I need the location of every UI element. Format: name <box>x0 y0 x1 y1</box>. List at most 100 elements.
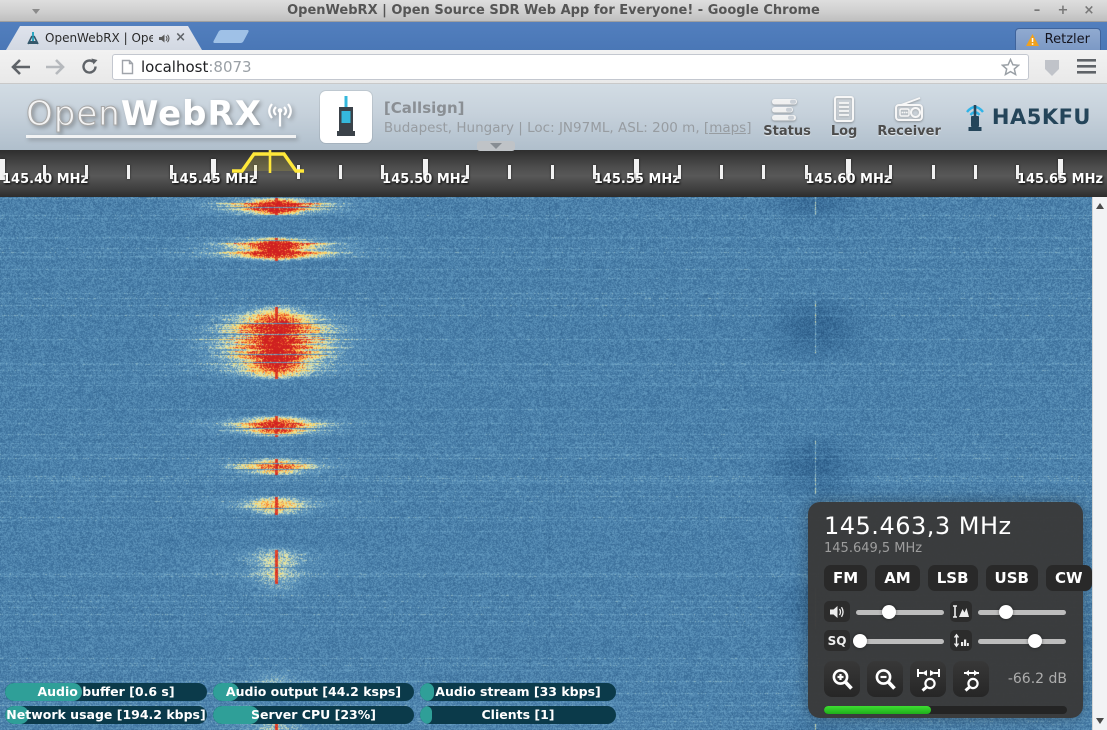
mode-button-fm[interactable]: FM <box>824 565 867 591</box>
smeter <box>824 706 1067 714</box>
handheld-radio-icon <box>328 95 364 139</box>
window-close-button[interactable]: × <box>1081 3 1097 19</box>
window-titlebar: OpenWebRX | Open Source SDR Web App for … <box>0 0 1107 22</box>
tab-close-icon[interactable]: × <box>175 32 186 44</box>
status-pill: Audio stream [33 kbps] <box>420 683 616 701</box>
scroll-down-icon[interactable] <box>1096 718 1104 724</box>
scroll-up-icon[interactable] <box>1096 203 1104 209</box>
tab-title: OpenWebRX | Open <box>45 31 153 45</box>
nav-status[interactable]: Status <box>763 98 811 139</box>
profile-button[interactable]: Retzler <box>1015 28 1101 50</box>
zoom-band-icon <box>916 667 941 692</box>
scale-label: 145.60 MHz <box>805 172 891 187</box>
receiver-description: [Callsign] Budapest, Hungary | Loc: JN97… <box>384 99 752 136</box>
status-pill: Audio output [44.2 ksps] <box>213 683 414 701</box>
speaker-icon <box>829 605 845 619</box>
reload-button[interactable] <box>78 56 100 78</box>
status-pill-label: Server CPU [23%] <box>213 706 414 724</box>
squelch-slider-thumb[interactable] <box>853 634 867 648</box>
profile-name: Retzler <box>1045 32 1090 47</box>
scale-tick <box>339 165 342 179</box>
scale-label: 145.65 MHz <box>1017 172 1103 187</box>
mode-buttons: FMAMLSBUSBCW <box>824 565 1067 591</box>
mute-button[interactable] <box>824 601 850 622</box>
zoom-band-button[interactable] <box>910 661 946 697</box>
status-pill: Clients [1] <box>420 706 616 724</box>
volume-slider[interactable] <box>854 602 946 622</box>
waterfall-auto-button[interactable] <box>950 630 972 651</box>
scale-tick <box>932 165 935 179</box>
zoom-in-button[interactable] <box>824 661 860 697</box>
waterfall-auto-slider[interactable] <box>976 631 1068 651</box>
receiver-icon <box>893 96 925 122</box>
mode-button-lsb[interactable]: LSB <box>928 565 978 591</box>
mode-button-usb[interactable]: USB <box>986 565 1038 591</box>
auto-slider-thumb[interactable] <box>1028 634 1042 648</box>
squelch-label: SQ <box>828 634 847 648</box>
squelch-button[interactable]: SQ <box>824 630 850 651</box>
slider-track <box>978 639 1066 644</box>
scale-tick <box>889 165 892 179</box>
maps-link[interactable]: [maps] <box>704 120 752 136</box>
status-pill-label: Network usage [194.2 kbps] <box>5 706 207 724</box>
window-title: OpenWebRX | Open Source SDR Web App for … <box>0 3 1107 18</box>
squelch-slider[interactable] <box>854 631 946 651</box>
scale-tick <box>508 165 511 179</box>
slider-track <box>856 610 944 615</box>
status-pill-label: Audio buffer [0.6 s] <box>5 683 207 701</box>
auto-level-icon <box>953 633 969 648</box>
bookmark-star-icon[interactable] <box>1001 58 1020 76</box>
scale-tick <box>466 165 469 179</box>
openwebrx-logo: OpenWebRX <box>26 97 296 138</box>
receiver-callsign: [Callsign] <box>384 99 752 117</box>
forward-button[interactable] <box>44 56 66 78</box>
page-scrollbar[interactable] <box>1092 197 1107 730</box>
scale-tick <box>720 165 723 179</box>
log-icon <box>832 96 856 122</box>
shield-icon[interactable] <box>1041 56 1063 78</box>
logo-open-text: Open <box>26 94 121 134</box>
nav-receiver[interactable]: Receiver <box>877 96 941 139</box>
openwebrx-favicon <box>26 31 40 45</box>
tab-strip: OpenWebRX | Open × Retzler <box>0 22 1107 50</box>
browser-tab[interactable]: OpenWebRX | Open × <box>6 26 202 50</box>
mode-button-cw[interactable]: CW <box>1046 565 1092 591</box>
tab-audio-icon[interactable] <box>158 33 170 44</box>
waterfall-colormap-slider[interactable] <box>976 602 1068 622</box>
address-bar[interactable]: localhost:8073 <box>112 54 1029 80</box>
zoom-out-button[interactable] <box>867 661 903 697</box>
club-logo-text: HA5KFU <box>992 105 1091 129</box>
receiver-panel: 145.463,3 MHz 145.649,5 MHz FMAMLSBUSBCW <box>808 502 1083 718</box>
slider-track <box>856 639 944 644</box>
waterfall-colormap-button[interactable] <box>950 601 972 622</box>
mode-button-am[interactable]: AM <box>875 565 920 591</box>
frequency-scale[interactable]: 145.40 MHz145.45 MHz145.50 MHz145.55 MHz… <box>0 150 1107 197</box>
window-minimize-button[interactable]: – <box>1029 3 1045 19</box>
logo-web-text: Web <box>121 94 208 134</box>
center-frequency: 145.649,5 MHz <box>824 541 1067 556</box>
volume-slider-thumb[interactable] <box>882 605 896 619</box>
panel-collapse-button[interactable] <box>477 141 515 151</box>
zoom-out-icon <box>873 667 898 692</box>
tuned-frequency[interactable]: 145.463,3 MHz <box>824 512 1067 540</box>
back-button[interactable] <box>10 56 32 78</box>
scale-tick <box>85 165 88 179</box>
window-maximize-button[interactable]: + <box>1055 3 1071 19</box>
menu-icon[interactable] <box>1075 56 1097 78</box>
new-tab-button[interactable] <box>213 30 250 43</box>
status-pill: Network usage [194.2 kbps] <box>5 706 207 724</box>
scale-tick <box>974 165 977 179</box>
nav-log[interactable]: Log <box>831 96 858 139</box>
zoom-full-button[interactable] <box>953 661 989 697</box>
nav-log-label: Log <box>831 124 858 139</box>
zoom-full-icon <box>959 667 984 692</box>
colormap-slider-thumb[interactable] <box>999 605 1013 619</box>
status-pill: Server CPU [23%] <box>213 706 414 724</box>
scale-tick <box>762 165 765 179</box>
status-icon <box>771 98 803 122</box>
bandpass-filter-indicator[interactable] <box>230 150 306 173</box>
club-antenna-icon <box>961 101 989 133</box>
browser-toolbar: localhost:8073 <box>0 50 1107 84</box>
status-pill-label: Clients [1] <box>420 706 616 724</box>
url-port: :8073 <box>208 58 251 76</box>
